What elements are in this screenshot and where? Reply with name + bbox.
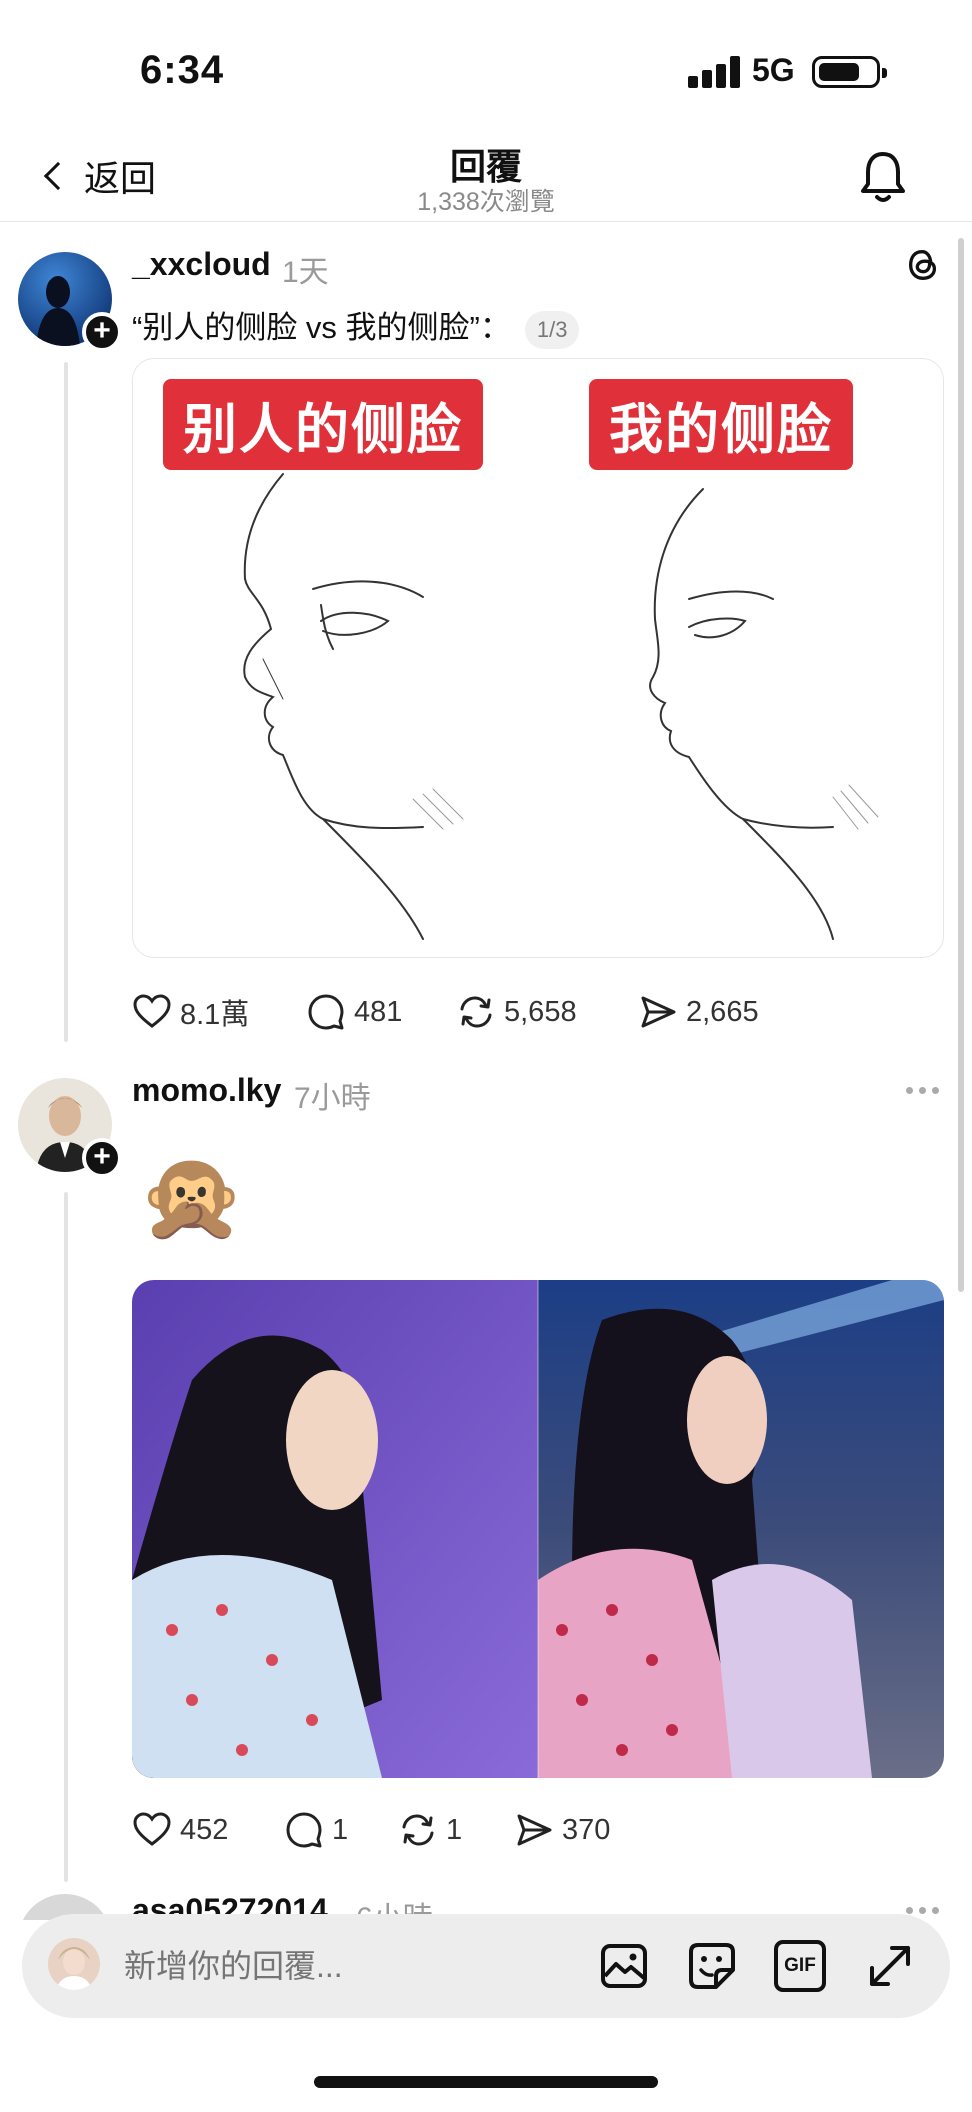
like-button[interactable]: 8.1萬 <box>132 991 306 1033</box>
reply-composer: GIF <box>22 1914 950 2018</box>
header: 返回 回覆 1,338次瀏覽 <box>0 130 972 222</box>
share-button[interactable]: 2,665 <box>638 992 798 1032</box>
comment-icon <box>286 1812 322 1848</box>
bell-icon[interactable] <box>858 148 908 204</box>
sticker-icon[interactable] <box>686 1940 738 1992</box>
post-time: 7小時 <box>294 1082 371 1115</box>
post-image[interactable] <box>132 1280 944 1778</box>
network-label: 5G <box>752 52 795 88</box>
follow-button[interactable]: + <box>82 1138 122 1178</box>
share-button[interactable]: 370 <box>514 1810 634 1850</box>
comment-icon <box>308 994 344 1030</box>
profile-sketch-illustration <box>243 473 879 940</box>
post-original: + _xxcloud 1天 “别人的侧脸 vs 我的侧脸”： 1/3 别人的侧脸 … <box>0 222 972 1052</box>
page-indicator: 1/3 <box>524 310 580 349</box>
gif-label: GIF <box>784 1955 816 1976</box>
post-reply: + momo.lky 7小時 🙊 452 1 1 370 <box>0 1052 972 1892</box>
view-count: 1,338次瀏覽 <box>417 188 555 216</box>
post-caption: “别人的侧脸 vs 我的侧脸”： <box>132 310 511 345</box>
post-time: 1天 <box>282 256 329 289</box>
post-username[interactable]: _xxcloud <box>132 246 271 283</box>
current-user-avatar <box>48 1938 100 1990</box>
like-button[interactable]: 452 <box>132 1810 284 1850</box>
share-count: 370 <box>562 1813 611 1846</box>
reply-count: 481 <box>354 995 403 1028</box>
repost-icon <box>402 1814 434 1846</box>
gif-button[interactable]: GIF <box>774 1940 826 1992</box>
repost-button[interactable]: 1 <box>398 1810 514 1850</box>
post-text: “别人的侧脸 vs 我的侧脸”： 1/3 <box>132 302 580 349</box>
post-actions: 452 1 1 370 <box>132 1806 634 1854</box>
comparison-photo <box>132 1280 944 1778</box>
like-count: 452 <box>180 1813 229 1846</box>
heart-icon <box>133 994 171 1028</box>
signal-icon <box>688 56 740 88</box>
post-actions: 8.1萬 481 5,658 2,665 <box>132 988 798 1036</box>
battery-icon <box>812 56 887 88</box>
follow-button[interactable]: + <box>82 312 122 352</box>
thread-line <box>64 1192 68 1882</box>
like-count: 8.1萬 <box>180 999 250 1031</box>
home-indicator[interactable] <box>314 2076 658 2088</box>
reply-button[interactable]: 1 <box>284 1810 398 1850</box>
send-icon <box>517 1814 552 1846</box>
post-image[interactable]: 别人的侧脸 我的侧脸 <box>132 358 944 958</box>
expand-icon[interactable] <box>864 1940 916 1992</box>
repost-count: 5,658 <box>504 995 577 1028</box>
reply-button[interactable]: 481 <box>306 992 456 1032</box>
reply-input[interactable] <box>124 1942 544 1990</box>
repost-button[interactable]: 5,658 <box>456 992 638 1032</box>
repost-count: 1 <box>446 1813 463 1846</box>
more-options-button[interactable] <box>906 1082 946 1098</box>
status-bar: 6:34 5G <box>0 0 972 130</box>
heart-icon <box>133 1812 171 1846</box>
share-count: 2,665 <box>686 995 759 1028</box>
threads-icon[interactable] <box>904 246 942 284</box>
image-gallery-icon[interactable] <box>598 1940 650 1992</box>
send-icon <box>641 996 676 1028</box>
post-username[interactable]: momo.lky <box>132 1072 281 1109</box>
post-emoji: 🙊 <box>138 1149 246 1245</box>
reply-count: 1 <box>332 1813 349 1846</box>
thread-line <box>64 362 68 1042</box>
status-time: 6:34 <box>140 48 225 92</box>
repost-icon <box>460 996 492 1028</box>
